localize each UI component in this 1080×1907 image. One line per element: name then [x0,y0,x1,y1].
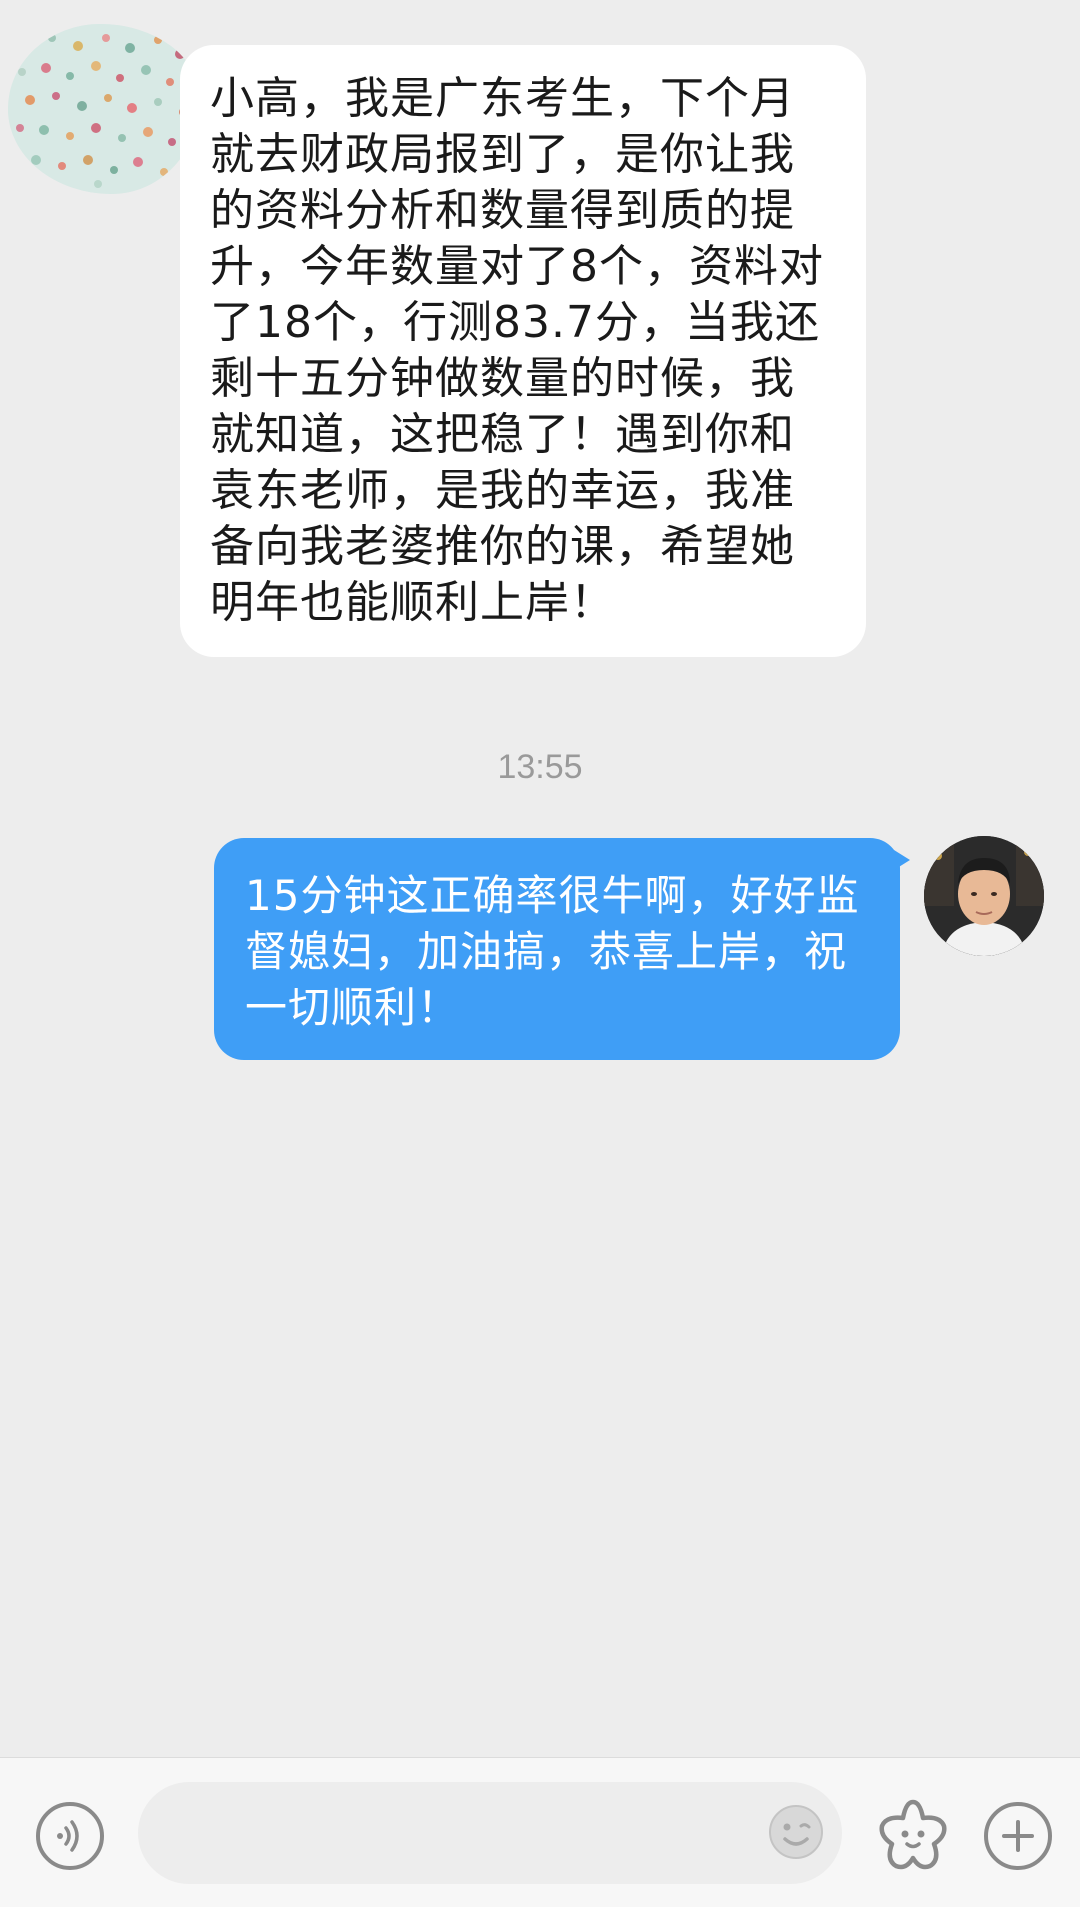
user-photo-avatar-image [924,836,1044,956]
message-input[interactable] [138,1782,842,1884]
incoming-message-bubble[interactable]: 小高，我是广东考生，下个月就去财政局报到了，是你让我的资料分析和数量得到质的提升… [180,45,866,657]
sticker-emoji-icon [879,1799,947,1870]
more-options-button[interactable] [984,1802,1052,1870]
emoji-face-icon [769,1805,823,1859]
input-bar [0,1757,1080,1907]
user-avatar[interactable] [924,836,1044,956]
plus-icon [1002,1820,1034,1852]
chat-area[interactable]: 小高，我是广东考生，下个月就去财政局报到了，是你让我的资料分析和数量得到质的提升… [0,0,1080,1757]
voice-button[interactable] [36,1802,104,1870]
emoji-button[interactable] [874,1796,952,1874]
outgoing-message-bubble[interactable]: 15分钟这正确率很牛啊，好好监督媳妇，加油搞，恭喜上岸，祝一切顺利！ [214,838,900,1060]
message-timestamp: 13:55 [497,748,583,786]
sticker-button[interactable] [766,1802,826,1862]
voice-icon [57,1820,79,1852]
contact-avatar[interactable] [8,24,200,194]
polka-dot-avatar-image [8,24,200,194]
outgoing-bubble-tail [894,850,910,870]
